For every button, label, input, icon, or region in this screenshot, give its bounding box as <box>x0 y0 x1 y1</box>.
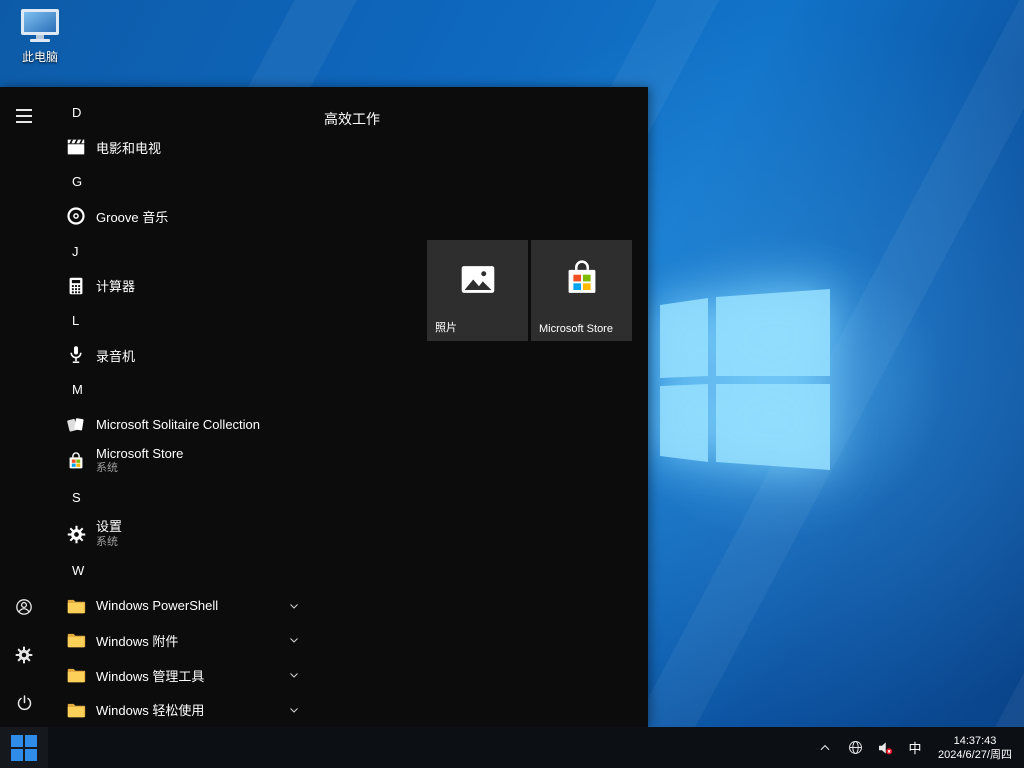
groove-icon <box>64 204 88 228</box>
folder-label: Windows 附件 <box>96 631 178 650</box>
clock-date: 2024/6/27/周四 <box>938 748 1012 762</box>
folder-icon <box>64 663 88 687</box>
letter-label: L <box>72 313 79 328</box>
network-globe-icon <box>847 739 864 756</box>
store-icon <box>559 257 605 308</box>
app-sublabel: 系统 <box>96 462 183 476</box>
start-menu-app-list: D 电影和电视 G <box>48 87 310 727</box>
start-menu: D 电影和电视 G <box>0 87 648 727</box>
clock-time: 14:37:43 <box>938 734 1012 748</box>
app-label: 电影和电视 <box>96 138 161 157</box>
system-tray: 中 14:37:43 2024/6/27/周四 <box>810 727 1024 768</box>
screen: 此电脑 <box>0 0 1024 768</box>
app-item-microsoft-store[interactable]: Microsoft Store 系统 <box>48 442 310 481</box>
tile-photos[interactable]: 照片 <box>427 240 528 341</box>
volume-button[interactable] <box>870 727 900 768</box>
hamburger-icon <box>16 109 32 123</box>
letter-label: W <box>72 563 84 578</box>
app-list-letter-j[interactable]: J <box>48 234 310 269</box>
folder-item-windows-powershell[interactable]: Windows PowerShell <box>48 588 310 623</box>
app-list-letter-l[interactable]: L <box>48 303 310 338</box>
computer-monitor-icon <box>18 8 62 46</box>
movies-tv-icon <box>64 135 88 159</box>
letter-label: J <box>72 244 79 259</box>
power-icon <box>15 694 34 713</box>
tile-group-title[interactable]: 高效工作 <box>324 109 380 129</box>
settings-button[interactable] <box>0 631 48 679</box>
ime-indicator[interactable]: 中 <box>900 727 930 768</box>
start-button[interactable] <box>0 727 48 768</box>
voice-recorder-icon <box>64 343 88 367</box>
letter-label: S <box>72 490 81 505</box>
app-item-voice-recorder[interactable]: 录音机 <box>48 338 310 373</box>
app-label: Microsoft Store <box>96 446 183 462</box>
calculator-icon <box>64 274 88 298</box>
app-label: Microsoft Solitaire Collection <box>96 417 260 432</box>
store-icon <box>64 449 88 473</box>
chevron-up-icon <box>818 741 832 755</box>
chevron-down-icon <box>288 669 300 681</box>
app-list-letter-s[interactable]: S <box>48 480 310 515</box>
gear-icon <box>14 645 34 665</box>
app-item-settings[interactable]: 设置 系统 <box>48 515 310 554</box>
tile-microsoft-store[interactable]: Microsoft Store <box>531 240 632 341</box>
chevron-down-icon <box>288 704 300 716</box>
desktop-icon-label: 此电脑 <box>22 48 58 65</box>
user-icon <box>14 597 34 617</box>
app-item-groove-music[interactable]: Groove 音乐 <box>48 199 310 234</box>
app-label: 录音机 <box>96 346 135 365</box>
taskbar: 中 14:37:43 2024/6/27/周四 <box>0 727 1024 768</box>
app-list-letter-d[interactable]: D <box>48 95 310 130</box>
app-sublabel: 系统 <box>96 536 122 550</box>
photos-icon <box>455 257 501 308</box>
tile-label: 照片 <box>435 319 457 335</box>
folder-icon <box>64 698 88 722</box>
app-label: Groove 音乐 <box>96 207 168 226</box>
power-button[interactable] <box>0 679 48 727</box>
letter-label: D <box>72 105 81 120</box>
gear-icon <box>64 522 88 546</box>
user-account-button[interactable] <box>0 583 48 631</box>
folder-item-windows-ease-of-access[interactable]: Windows 轻松使用 <box>48 692 310 727</box>
app-item-solitaire[interactable]: Microsoft Solitaire Collection <box>48 407 310 442</box>
desktop-icon-this-pc[interactable]: 此电脑 <box>10 8 70 65</box>
start-menu-rail <box>0 87 48 727</box>
app-list-letter-m[interactable]: M <box>48 373 310 408</box>
network-button[interactable] <box>840 727 870 768</box>
clock[interactable]: 14:37:43 2024/6/27/周四 <box>930 727 1024 768</box>
app-item-movies-tv[interactable]: 电影和电视 <box>48 130 310 165</box>
app-item-calculator[interactable]: 计算器 <box>48 268 310 303</box>
windows-logo-wallpaper <box>615 255 855 485</box>
chevron-down-icon <box>288 600 300 612</box>
folder-icon <box>64 594 88 618</box>
app-label: 设置 <box>96 519 122 535</box>
letter-label: M <box>72 382 83 397</box>
folder-item-windows-accessories[interactable]: Windows 附件 <box>48 623 310 658</box>
chevron-down-icon <box>288 634 300 646</box>
ime-label: 中 <box>902 738 927 757</box>
solitaire-icon <box>64 413 88 437</box>
folder-label: Windows 轻松使用 <box>96 700 204 719</box>
volume-muted-icon <box>876 739 894 757</box>
folder-label: Windows PowerShell <box>96 598 218 613</box>
app-list-letter-w[interactable]: W <box>48 554 310 589</box>
app-list-letter-g[interactable]: G <box>48 164 310 199</box>
app-label: 计算器 <box>96 276 135 295</box>
windows-flag-icon <box>11 735 37 761</box>
tile-label: Microsoft Store <box>539 323 613 335</box>
show-hidden-icons-button[interactable] <box>810 727 840 768</box>
folder-item-windows-admin-tools[interactable]: Windows 管理工具 <box>48 658 310 693</box>
folder-label: Windows 管理工具 <box>96 666 204 685</box>
folder-icon <box>64 628 88 652</box>
expand-menu-button[interactable] <box>0 92 48 140</box>
letter-label: G <box>72 174 82 189</box>
